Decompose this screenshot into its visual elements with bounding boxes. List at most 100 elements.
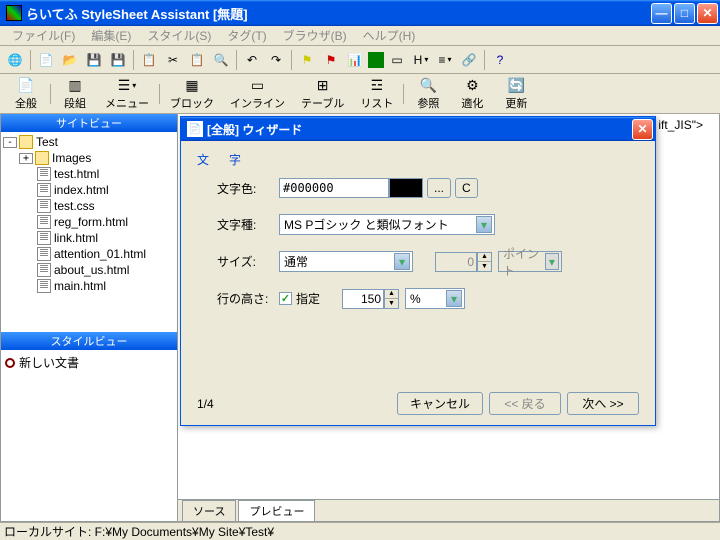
tree-folder-images[interactable]: +Images <box>3 150 175 166</box>
size-number-input[interactable] <box>435 252 477 272</box>
menu-tag[interactable]: タグ(T) <box>219 25 274 46</box>
heading-icon[interactable]: H▾ <box>410 49 432 71</box>
tree-file[interactable]: link.html <box>3 230 175 246</box>
font-select-value: MS Pゴシック と類似フォント <box>284 216 449 233</box>
color-swatch-icon[interactable] <box>368 52 384 68</box>
cat-ref[interactable]: 🔍参照 <box>406 74 450 113</box>
red-flag-icon[interactable]: ⚑ <box>320 49 342 71</box>
cat-general[interactable]: 📄全般 <box>4 74 48 113</box>
tab-preview[interactable]: プレビュー <box>238 500 315 521</box>
style-list[interactable]: 新しい文書 <box>1 350 177 521</box>
wizard-close-button[interactable]: ✕ <box>632 119 653 140</box>
dropdown-arrow-icon: ▾ <box>545 253 559 270</box>
minimize-button[interactable]: — <box>651 3 672 24</box>
file-icon <box>37 199 51 213</box>
lineheight-spinner[interactable]: ▲▼ <box>342 289 399 309</box>
cat-block[interactable]: ▦ブロック <box>162 74 222 113</box>
window-titlebar: らいてふ StyleSheet Assistant [無題] — □ ✕ <box>0 0 720 26</box>
lineheight-input[interactable] <box>342 289 384 309</box>
menubar: ファイル(F) 編集(E) スタイル(S) タグ(T) ブラウザ(B) ヘルプ(… <box>0 26 720 46</box>
lineheight-unit-value: % <box>410 292 421 306</box>
color-picker-button[interactable]: ... <box>427 178 451 198</box>
cut-icon[interactable]: ✂ <box>162 49 184 71</box>
menu-browser[interactable]: ブラウザ(B) <box>275 25 355 46</box>
link-icon[interactable]: 🔗 <box>458 49 480 71</box>
tree-file[interactable]: test.html <box>3 166 175 182</box>
cat-menu[interactable]: ☰▾メニュー <box>97 74 157 113</box>
file-icon <box>37 279 51 293</box>
dropdown-arrow-icon: ▾ <box>476 216 492 233</box>
editor-tabs: ソース プレビュー <box>178 499 719 521</box>
tree-file[interactable]: about_us.html <box>3 262 175 278</box>
undo-icon[interactable]: ↶ <box>241 49 263 71</box>
lineheight-unit-select[interactable]: % ▾ <box>405 288 465 309</box>
cancel-button[interactable]: キャンセル <box>397 392 483 415</box>
redo-icon[interactable]: ↷ <box>265 49 287 71</box>
tree-file[interactable]: reg_form.html <box>3 214 175 230</box>
cat-update[interactable]: 🔄更新 <box>494 74 538 113</box>
open-folder-icon[interactable]: 📂 <box>59 49 81 71</box>
wizard-icon: 📄 <box>187 121 203 137</box>
menu-help[interactable]: ヘルプ(H) <box>355 25 424 46</box>
app-icon <box>6 5 22 21</box>
internet-icon[interactable]: 🌐 <box>4 49 26 71</box>
maximize-button[interactable]: □ <box>674 3 695 24</box>
tree-file[interactable]: index.html <box>3 182 175 198</box>
new-file-icon[interactable]: 📄 <box>35 49 57 71</box>
help-icon[interactable]: ? <box>489 49 511 71</box>
wizard-title: [全般] ウィザード <box>207 121 632 138</box>
label-font: 文字種: <box>217 216 279 233</box>
chart-icon[interactable]: 📊 <box>344 49 366 71</box>
tree-file[interactable]: main.html <box>3 278 175 294</box>
save-all-icon[interactable]: 💾 <box>107 49 129 71</box>
size-select[interactable]: 通常 ▾ <box>279 251 413 272</box>
wizard-section-label: 文 字 <box>197 151 639 168</box>
tree-root[interactable]: -Test <box>3 134 175 150</box>
sidebar: サイトビュー -Test +Images test.html index.htm… <box>0 114 178 522</box>
color-input[interactable] <box>279 178 389 198</box>
window-close-button[interactable]: ✕ <box>697 3 718 24</box>
styleview-header: スタイルビュー <box>1 332 177 350</box>
find-icon[interactable]: 🔍 <box>210 49 232 71</box>
file-icon <box>37 231 51 245</box>
paste-icon[interactable]: 📋 <box>186 49 208 71</box>
cat-inline[interactable]: ▭インライン <box>222 74 293 113</box>
file-icon <box>37 247 51 261</box>
copy-icon[interactable]: 📋 <box>138 49 160 71</box>
specify-checkbox[interactable]: ✓ <box>279 292 292 305</box>
list-settings-icon[interactable]: ≡▾ <box>434 49 456 71</box>
size-unit-select: ポイント ▾ <box>498 251 562 272</box>
menu-style[interactable]: スタイル(S) <box>139 25 219 46</box>
next-button[interactable]: 次へ >> <box>567 392 639 415</box>
cat-table[interactable]: ⊞テーブル <box>293 74 352 113</box>
tab-source[interactable]: ソース <box>182 500 236 521</box>
wizard-page-indicator: 1/4 <box>197 397 214 411</box>
window-title: らいてふ StyleSheet Assistant [無題] <box>26 4 651 23</box>
tree-file[interactable]: attention_01.html <box>3 246 175 262</box>
file-icon <box>37 167 51 181</box>
cat-columns[interactable]: ▥段組 <box>53 74 97 113</box>
cat-list[interactable]: ☲リスト <box>352 74 401 113</box>
cat-optimize[interactable]: ⚙適化 <box>450 74 494 113</box>
menu-file[interactable]: ファイル(F) <box>4 25 83 46</box>
tree-file[interactable]: test.css <box>3 198 175 214</box>
back-button: << 戻る <box>489 392 561 415</box>
label-size: サイズ: <box>217 253 279 270</box>
save-icon[interactable]: 💾 <box>83 49 105 71</box>
font-select[interactable]: MS Pゴシック と類似フォント ▾ <box>279 214 495 235</box>
folder-icon <box>35 151 49 165</box>
size-select-value: 通常 <box>284 253 308 270</box>
wizard-dialog: 📄 [全般] ウィザード ✕ 文 字 文字色: ... C 文字種: MS Pゴ… <box>180 116 656 426</box>
file-icon <box>37 263 51 277</box>
box-icon[interactable]: ▭ <box>386 49 408 71</box>
file-tree[interactable]: -Test +Images test.html index.html test.… <box>1 132 177 332</box>
menu-edit[interactable]: 編集(E) <box>83 25 139 46</box>
dropdown-arrow-icon: ▾ <box>446 290 462 307</box>
label-color: 文字色: <box>217 180 279 197</box>
folder-icon <box>19 135 33 149</box>
color-clear-button[interactable]: C <box>455 178 478 198</box>
style-item-newdoc[interactable]: 新しい文書 <box>5 354 173 371</box>
yellow-flag-icon[interactable]: ⚑ <box>296 49 318 71</box>
dropdown-arrow-icon: ▾ <box>394 253 410 270</box>
size-number-spinner[interactable]: ▲▼ <box>435 252 492 272</box>
